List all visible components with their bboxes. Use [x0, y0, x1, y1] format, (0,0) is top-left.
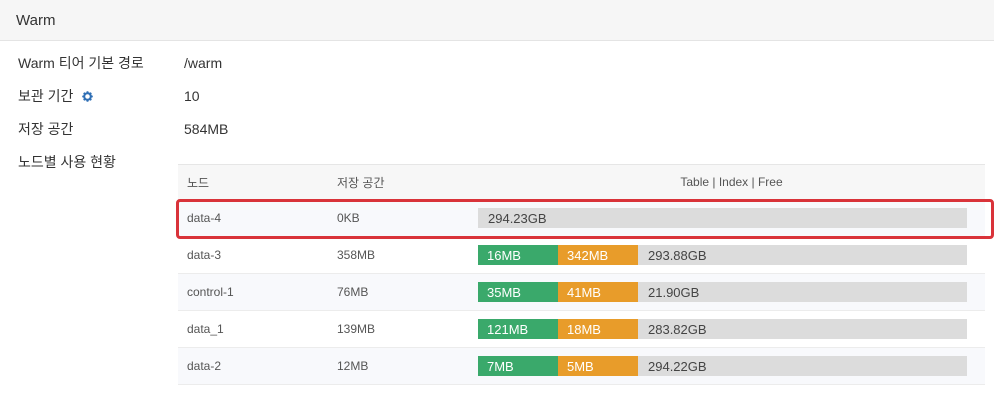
table-row[interactable]: data-4 0KB 294.23GB [178, 199, 985, 237]
usage-bar: 121MB 18MB 283.82GB [478, 319, 967, 339]
path-value: /warm [184, 55, 223, 71]
retention-label: 보관 기간 [18, 88, 74, 104]
header-usage: Table | Index | Free [478, 164, 985, 200]
row-storage: 358MB [337, 248, 376, 262]
free-segment: 21.90GB [648, 284, 700, 300]
prop-row-path: Warm 티어 기본 경로 /warm [18, 53, 222, 73]
table-header-row: 노드 저장 공간 Table | Index | Free [178, 164, 985, 200]
row-usage: 294.23GB [478, 200, 985, 237]
usage-bar: 294.23GB [478, 208, 967, 228]
header-storage[interactable]: 저장 공간 [328, 164, 478, 200]
usage-bar: 16MB 342MB 293.88GB [478, 245, 967, 265]
row-node: data-2 [187, 359, 222, 373]
retention-label-group: 보관 기간 [18, 86, 184, 106]
storage-value: 584MB [184, 121, 229, 137]
row-usage: 35MB 41MB 21.90GB [478, 274, 985, 311]
table-row[interactable]: data-3 358MB 16MB 342MB 293.88GB [178, 236, 985, 274]
header-node[interactable]: 노드 [178, 164, 328, 200]
row-storage: 139MB [337, 322, 376, 336]
free-segment: 294.22GB [648, 358, 707, 374]
index-segment: 342MB [558, 245, 638, 265]
row-storage: 0KB [337, 211, 360, 225]
usage-bar: 7MB 5MB 294.22GB [478, 356, 967, 376]
free-segment: 294.23GB [488, 210, 547, 226]
row-node: data-3 [187, 248, 222, 262]
table-row[interactable]: control-1 76MB 35MB 41MB 21.90GB [178, 273, 985, 311]
table-segment: 121MB [478, 319, 558, 339]
gear-icon[interactable] [81, 90, 94, 103]
row-storage: 12MB [337, 359, 369, 373]
free-segment: 283.82GB [648, 321, 707, 337]
table-row[interactable]: data_1 139MB 121MB 18MB 283.82GB [178, 310, 985, 348]
row-node: data_1 [187, 322, 224, 336]
prop-row-node-usage: 노드별 사용 현황 [18, 152, 184, 172]
warm-panel: Warm Warm 티어 기본 경로 /warm 보관 기간 10 저장 공간 … [0, 0, 994, 409]
row-storage: 76MB [337, 285, 369, 299]
storage-label: 저장 공간 [18, 121, 74, 137]
retention-value: 10 [184, 88, 200, 104]
table-segment: 16MB [478, 245, 558, 265]
prop-row-storage: 저장 공간 584MB [18, 119, 228, 139]
index-segment: 41MB [558, 282, 638, 302]
row-node: data-4 [187, 211, 222, 225]
table-segment: 7MB [478, 356, 558, 376]
table-segment: 35MB [478, 282, 558, 302]
row-usage: 16MB 342MB 293.88GB [478, 237, 985, 274]
index-segment: 18MB [558, 319, 638, 339]
panel-title: Warm [16, 11, 56, 29]
row-usage: 7MB 5MB 294.22GB [478, 348, 985, 385]
prop-row-retention: 보관 기간 10 [18, 86, 200, 106]
node-usage-table: 노드 저장 공간 Table | Index | Free data-4 0KB… [178, 164, 985, 385]
node-usage-label: 노드별 사용 현황 [18, 154, 116, 170]
table-row[interactable]: data-2 12MB 7MB 5MB 294.22GB [178, 347, 985, 385]
free-segment: 293.88GB [648, 247, 707, 263]
panel-header: Warm [0, 0, 994, 41]
index-segment: 5MB [558, 356, 638, 376]
usage-bar: 35MB 41MB 21.90GB [478, 282, 967, 302]
row-usage: 121MB 18MB 283.82GB [478, 311, 985, 348]
path-label: Warm 티어 기본 경로 [18, 55, 144, 71]
row-node: control-1 [187, 285, 234, 299]
